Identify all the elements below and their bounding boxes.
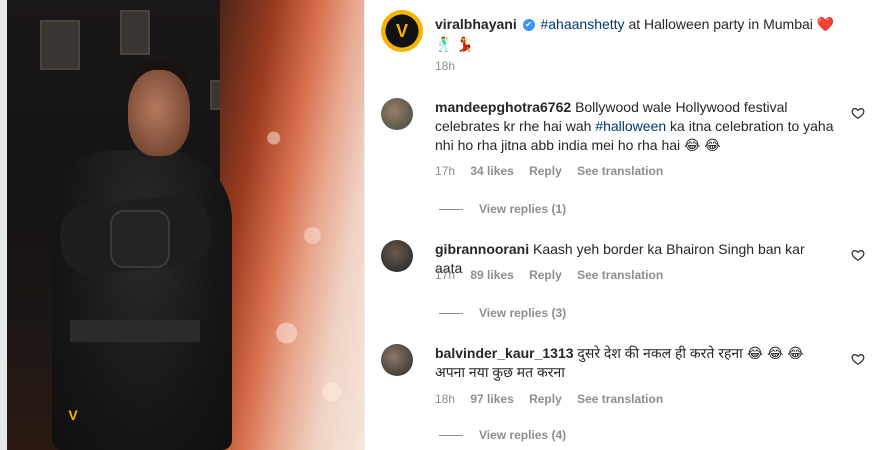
reply-button[interactable]: Reply (529, 164, 562, 178)
building-window (40, 20, 80, 70)
replies-divider (439, 209, 463, 211)
comment-likes[interactable]: 34 likes (470, 164, 513, 178)
caption-emojis-line2: 🕺 💃 (435, 36, 474, 52)
post-timestamp[interactable]: 18h (435, 59, 455, 73)
caption-hashtag[interactable]: #ahaanshetty (540, 16, 624, 32)
comment-meta: 17h 34 likes Reply See translation (435, 164, 675, 178)
view-replies-label: View replies (3) (479, 306, 567, 320)
cobweb-decoration (235, 60, 364, 450)
watermark-logo: V (68, 407, 78, 423)
reply-button[interactable]: Reply (529, 268, 562, 282)
comments-panel: V viralbhayani ✔ #ahaanshetty at Hallowe… (364, 0, 873, 450)
person-belt (70, 320, 200, 342)
caption-text: at Halloween party in Mumbai (624, 16, 817, 32)
view-replies-button[interactable]: View replies (3) (439, 306, 566, 320)
see-translation-button[interactable]: See translation (577, 268, 663, 282)
author-avatar-logo: V (395, 20, 408, 41)
comment-likes[interactable]: 89 likes (470, 268, 513, 282)
author-username[interactable]: viralbhayani (435, 16, 517, 32)
comment-meta: 18h 97 likes Reply See translation (435, 392, 675, 406)
view-replies-button[interactable]: View replies (4) (439, 428, 566, 442)
view-replies-label: View replies (4) (479, 428, 567, 442)
see-translation-button[interactable]: See translation (577, 164, 663, 178)
commenter-username[interactable]: balvinder_kaur_1313 (435, 345, 574, 361)
comment-time[interactable]: 17h (435, 164, 455, 178)
comment-time[interactable]: 17h (435, 268, 455, 282)
verified-badge-icon: ✔ (522, 19, 535, 32)
like-heart-icon[interactable] (851, 248, 865, 262)
building-window (120, 10, 150, 55)
author-avatar[interactable]: V (381, 10, 423, 52)
view-replies-label: View replies (1) (479, 202, 567, 216)
commenter-username[interactable]: mandeepghotra6762 (435, 99, 571, 115)
commenter-avatar[interactable] (381, 240, 413, 272)
replies-divider (439, 313, 463, 315)
see-translation-button[interactable]: See translation (577, 392, 663, 406)
caption-emojis: ❤️ (816, 16, 835, 32)
person-figure (52, 150, 232, 450)
post-caption: viralbhayani ✔ #ahaanshetty at Halloween… (435, 14, 860, 54)
comment-text: balvinder_kaur_1313 दुसरे देश की नकल ही … (435, 344, 835, 382)
post-media[interactable]: V (0, 0, 364, 450)
commenter-avatar[interactable] (381, 98, 413, 130)
like-heart-icon[interactable] (851, 106, 865, 120)
comment-time[interactable]: 18h (435, 392, 455, 406)
person-glove (110, 210, 170, 268)
comment-meta: 17h 89 likes Reply See translation (435, 268, 675, 282)
media-edge (0, 0, 7, 450)
person-head (128, 70, 190, 156)
reply-button[interactable]: Reply (529, 392, 562, 406)
commenter-avatar[interactable] (381, 344, 413, 376)
replies-divider (439, 435, 463, 437)
like-heart-icon[interactable] (851, 352, 865, 366)
comment-text: mandeepghotra6762 Bollywood wale Hollywo… (435, 98, 835, 155)
commenter-username[interactable]: gibrannoorani (435, 241, 529, 257)
comment-hashtag[interactable]: #halloween (595, 118, 666, 134)
comment-likes[interactable]: 97 likes (470, 392, 513, 406)
view-replies-button[interactable]: View replies (1) (439, 202, 566, 216)
